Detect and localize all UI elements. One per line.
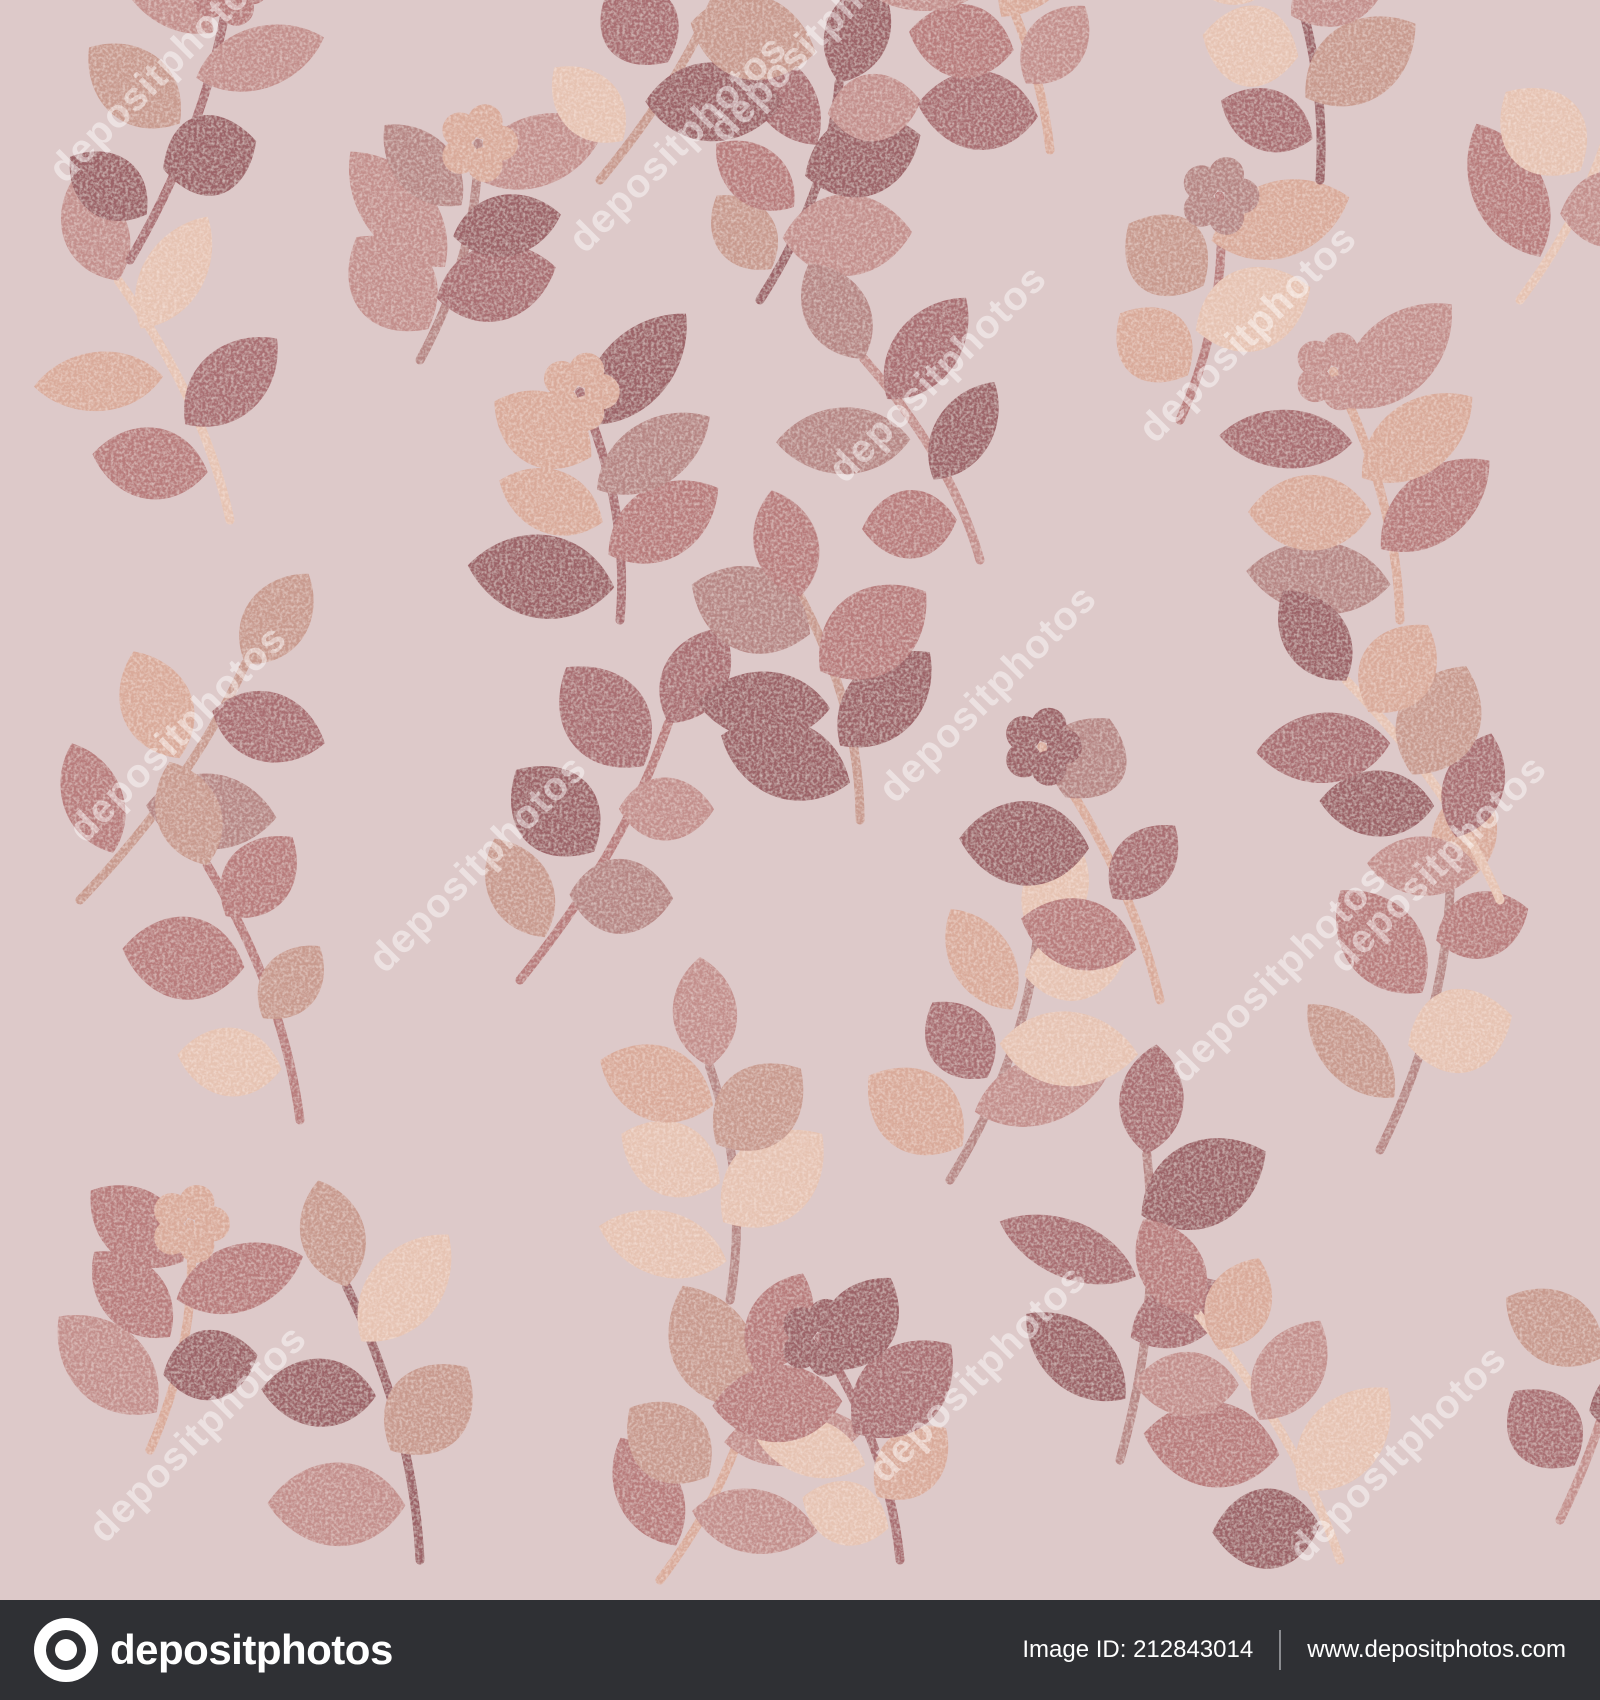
rose-gold-leaf-pattern: depositphotos depositphotos depositphotos d… — [0, 0, 1600, 1600]
flower-petal — [1322, 332, 1358, 368]
footer-divider — [1279, 1630, 1282, 1670]
flower-petal — [569, 352, 605, 388]
leaf-pattern-svg — [0, 0, 1600, 1600]
site-url-link[interactable]: www.depositphotos.com — [1307, 1636, 1566, 1664]
flower-petal — [808, 1298, 844, 1335]
footer-bar: depositphotos Image ID: 212843014 www.de… — [0, 1600, 1600, 1700]
flower-petal — [467, 104, 503, 140]
brand[interactable]: depositphotos — [34, 1618, 393, 1682]
footer-info: Image ID: 212843014 www.depositphotos.co… — [1022, 1630, 1566, 1670]
depositphotos-logo-icon — [34, 1618, 98, 1682]
flower-petal — [1208, 157, 1245, 193]
image-id-label: Image ID: 212843014 — [1022, 1636, 1254, 1663]
flower-petal — [179, 1184, 215, 1221]
brand-name: depositphotos — [110, 1626, 393, 1673]
flower-petal — [1031, 707, 1067, 743]
image-stage: depositphotos depositphotos depositphotos d… — [0, 0, 1600, 1700]
